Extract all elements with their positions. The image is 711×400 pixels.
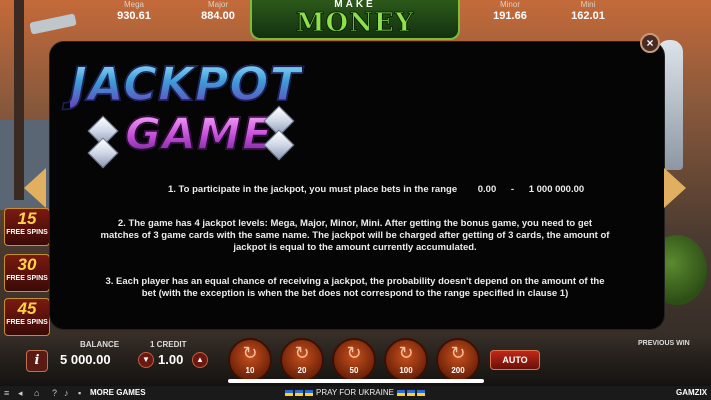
next-page-arrow-icon[interactable] [664, 168, 686, 208]
spin-icon: ↻ [346, 343, 362, 363]
previous-win-label: PREVIOUS WIN [638, 340, 690, 347]
free-spins-label: FREE SPINS [6, 229, 48, 236]
rule-1-text: 1. To participate in the jackpot, you mu… [168, 184, 458, 195]
free-spins-45[interactable]: 45 FREE SPINS [4, 298, 50, 336]
spin-icon: ↻ [450, 343, 466, 363]
spin-bet-button-100[interactable]: ↻ 100 [384, 338, 428, 382]
jackpot-minor-label: Minor [499, 0, 520, 9]
spin-bet-button-20[interactable]: ↻ 20 [280, 338, 324, 382]
bet-amount: 10 [245, 366, 255, 375]
close-button[interactable]: × [640, 33, 660, 53]
jackpot-mega-value: 930.61 [117, 10, 151, 22]
home-icon[interactable]: ⌂ [34, 387, 39, 399]
bet-amount: 100 [399, 366, 413, 375]
speaker-icon[interactable]: ◂ [18, 387, 23, 399]
spin-icon: ↻ [242, 343, 258, 363]
spin-bet-button-200[interactable]: ↻ 200 [436, 338, 480, 382]
bet-amount: 20 [297, 366, 307, 375]
ukraine-flag-icon [397, 389, 406, 396]
credit-decrease-button[interactable]: ▼ [138, 352, 154, 368]
logo-line2: MONEY [295, 8, 415, 38]
more-games-link[interactable]: MORE GAMES [90, 387, 146, 399]
bet-amount: 200 [451, 366, 465, 375]
jackpot-major: Major 884.00 [178, 0, 258, 23]
free-spins-number: 15 [17, 209, 37, 228]
rule-1: 1. To participate in the jackpot, you mu… [168, 184, 588, 196]
title-game: GAME [124, 109, 274, 161]
pray-text: PRAY FOR UKRAINE [316, 388, 394, 397]
jackpot-mega: Mega 930.61 [94, 0, 174, 23]
background-lamp-pole [14, 0, 24, 200]
more-games-icon[interactable]: ▪ [78, 387, 81, 399]
free-spins-number: 45 [17, 299, 37, 318]
ukraine-flag-icon [417, 389, 426, 396]
credit-increase-button[interactable]: ▲ [192, 352, 208, 368]
jackpot-mini-value: 162.01 [571, 10, 605, 22]
spin-icon: ↻ [294, 343, 310, 363]
jackpot-bar: Mega 930.61 Major 884.00 MAKE MONEY Mino… [0, 0, 711, 40]
ukraine-flag-icon [294, 389, 303, 396]
home-indicator [228, 379, 484, 383]
rule-1-dash: - [510, 184, 515, 195]
spin-icon: ↻ [398, 343, 414, 363]
ukraine-flag-icon [407, 389, 416, 396]
jackpot-major-label: Major [207, 0, 228, 9]
rule-1-max: 1 000 000.00 [528, 184, 585, 195]
spin-bet-button-50[interactable]: ↻ 50 [332, 338, 376, 382]
free-spins-label: FREE SPINS [6, 275, 48, 282]
free-spins-30[interactable]: 30 FREE SPINS [4, 254, 50, 292]
credit-value: 1.00 [158, 352, 184, 367]
pray-for-ukraine-banner: PRAY FOR UKRAINE [270, 387, 440, 399]
jackpot-minor: Minor 191.66 [470, 0, 550, 23]
jackpot-mega-label: Mega [123, 0, 144, 9]
title-jackpot: JACKPOT [69, 57, 302, 111]
spin-bet-button-10[interactable]: ↻ 10 [228, 338, 272, 382]
jackpot-major-value: 884.00 [201, 10, 235, 22]
jackpot-mini: Mini 162.01 [548, 0, 628, 23]
free-spins-15[interactable]: 15 FREE SPINS [4, 208, 50, 246]
info-button[interactable]: i [26, 350, 48, 372]
auto-button[interactable]: AUTO [490, 350, 540, 370]
rule-3: 3. Each player has an equal chance of re… [105, 276, 605, 299]
free-spins-number: 30 [17, 255, 37, 274]
free-spins-label: FREE SPINS [6, 319, 48, 326]
rule-2: 2. The game has 4 jackpot levels: Mega, … [100, 218, 610, 253]
balance-label: BALANCE [80, 340, 120, 349]
help-icon[interactable]: ? [52, 387, 57, 399]
balance-value: 5 000.00 [60, 352, 111, 367]
game-logo: MAKE MONEY [250, 0, 460, 40]
sound-icon[interactable]: ♪ [64, 387, 69, 399]
jackpot-mini-label: Mini [580, 0, 596, 9]
ukraine-flag-icon [304, 389, 313, 396]
ukraine-flag-icon [284, 389, 293, 396]
brand-logo: GAMZIX [676, 388, 708, 397]
footer-bar: ≡ ◂ ⌂ ? ♪ ▪ MORE GAMES PRAY FOR UKRAINE … [0, 386, 711, 400]
credit-label: 1 CREDIT [150, 340, 187, 349]
menu-icon[interactable]: ≡ [4, 387, 9, 399]
rule-1-min: 0.00 [477, 184, 497, 195]
bet-amount: 50 [349, 366, 359, 375]
jackpot-minor-value: 191.66 [493, 10, 527, 22]
